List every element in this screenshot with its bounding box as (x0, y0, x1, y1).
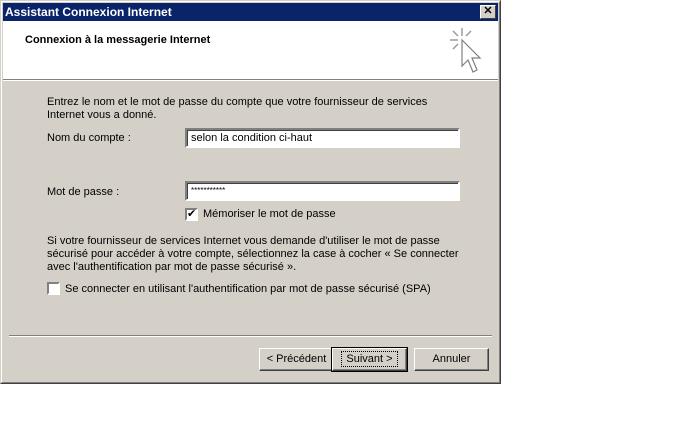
spa-checkbox[interactable] (47, 282, 60, 295)
back-button[interactable]: < Précédent (259, 348, 334, 371)
title-bar[interactable]: Assistant Connexion Internet ✕ (3, 3, 498, 21)
close-button[interactable]: ✕ (480, 5, 496, 19)
header-separator (3, 80, 498, 81)
next-button[interactable]: Suivant > (331, 347, 408, 372)
next-button-label: Suivant > (341, 351, 398, 367)
account-name-input[interactable]: selon la condition ci-haut (185, 128, 460, 148)
spa-description: Si votre fournisseur de services Interne… (47, 235, 459, 273)
remember-password-checkbox[interactable]: ✔ (185, 208, 198, 221)
remember-password-label[interactable]: Mémoriser le mot de passe (203, 208, 336, 221)
password-label: Mot de passe : (47, 186, 120, 198)
spa-label[interactable]: Se connecter en utilisant l'authentifica… (65, 283, 431, 296)
wizard-dialog: Assistant Connexion Internet ✕ Connexion… (0, 0, 501, 384)
page-title: Connexion à la messagerie Internet (25, 34, 211, 46)
close-icon: ✕ (483, 5, 493, 17)
intro-text: Entrez le nom et le mot de passe du comp… (47, 96, 428, 121)
password-input[interactable]: *********** (185, 181, 460, 201)
cancel-button[interactable]: Annuler (414, 348, 489, 371)
footer-separator (9, 335, 492, 337)
account-label: Nom du compte : (47, 132, 131, 144)
wizard-header: Connexion à la messagerie Internet (3, 21, 498, 80)
wizard-cursor-icon (450, 28, 482, 73)
checkmark-icon: ✔ (187, 208, 197, 220)
window-title: Assistant Connexion Internet (5, 5, 172, 19)
